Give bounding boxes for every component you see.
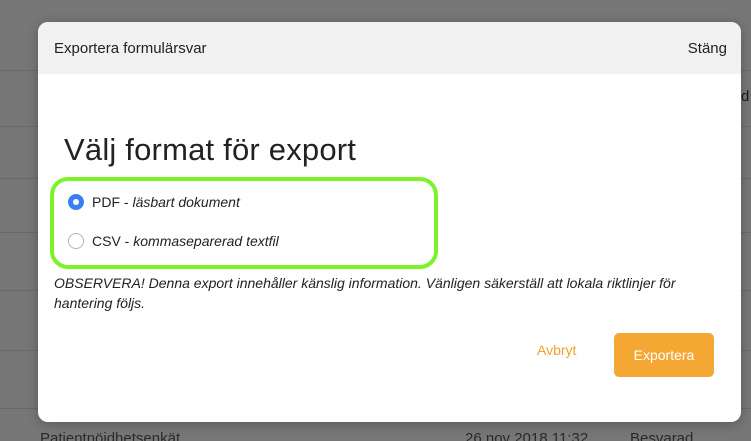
format-option-csv[interactable]: CSV - kommaseparerad textfil — [68, 233, 279, 249]
modal-body: Välj format för export — [38, 132, 741, 168]
export-modal: Exportera formulärsvar Stäng Välj format… — [38, 22, 741, 422]
background-column-fragment: d — [741, 88, 750, 105]
row-name: Patientnöjdhetsenkät — [40, 430, 181, 441]
page-title: Välj format för export — [64, 132, 357, 167]
close-button[interactable]: Stäng — [688, 40, 727, 57]
format-option-pdf[interactable]: PDF - läsbart dokument — [68, 194, 240, 210]
export-button[interactable]: Exportera — [614, 333, 714, 377]
sensitive-info-notice: OBSERVERA! Denna export innehåller känsl… — [54, 275, 676, 311]
option-description: läsbart dokument — [132, 194, 240, 210]
format-options-highlight — [50, 177, 438, 269]
radio-selected-icon[interactable] — [68, 194, 84, 210]
option-separator: - — [120, 233, 134, 249]
option-separator: - — [120, 194, 133, 210]
row-status: Besvarad — [630, 430, 694, 441]
modal-header: Exportera formulärsvar Stäng — [38, 22, 741, 74]
cancel-button[interactable]: Avbryt — [537, 342, 576, 358]
option-description: kommaseparerad textfil — [133, 233, 279, 249]
option-format: PDF — [92, 194, 120, 210]
option-format: CSV — [92, 233, 121, 249]
row-date: 26 nov 2018 11:32 — [465, 430, 589, 441]
modal-title: Exportera formulärsvar — [54, 39, 207, 57]
radio-unselected-icon[interactable] — [68, 233, 84, 249]
